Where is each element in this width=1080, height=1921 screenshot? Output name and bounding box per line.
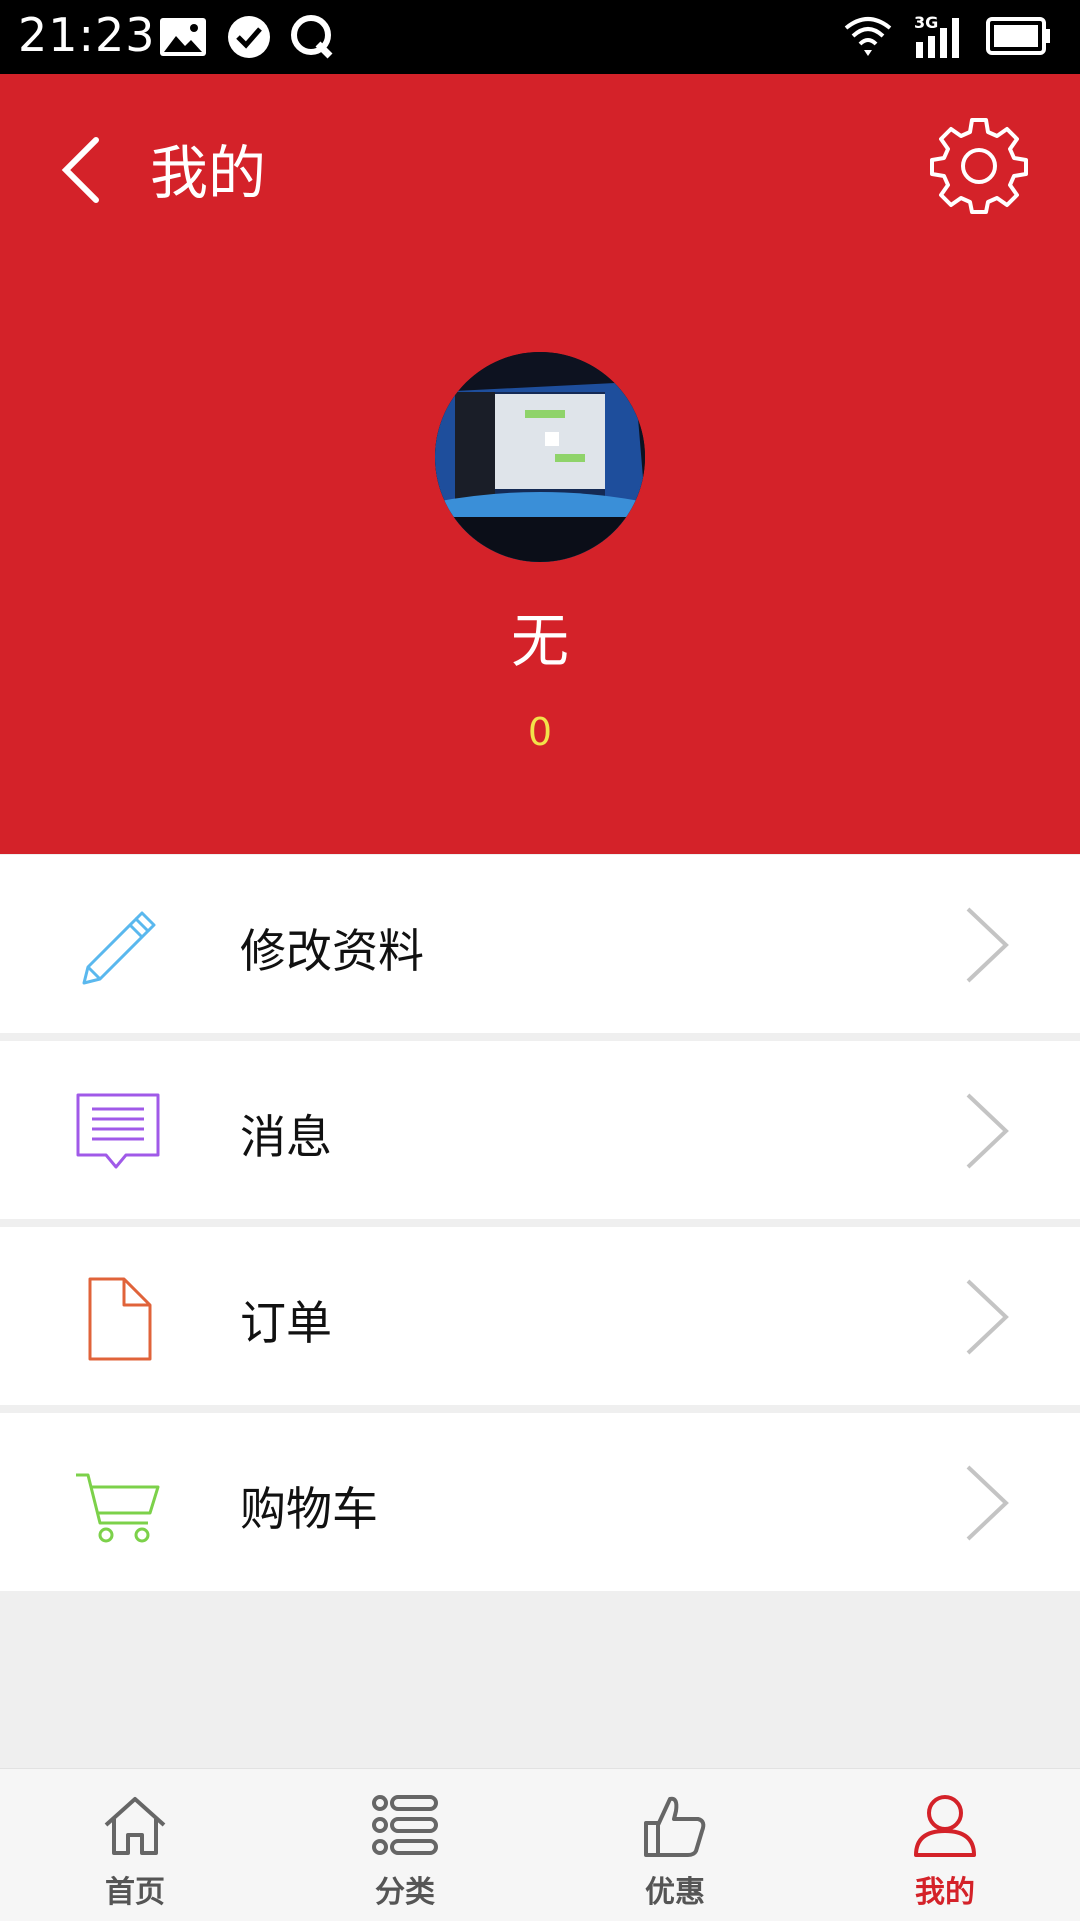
chevron-right-icon xyxy=(966,1465,1009,1541)
menu-item-label: 修改资料 xyxy=(240,924,424,978)
page-title: 我的 xyxy=(150,139,267,207)
q-icon xyxy=(291,15,333,59)
avatar[interactable] xyxy=(435,352,645,562)
menu-item-label: 购物车 xyxy=(240,1482,378,1536)
bottom-nav: 首页 分类 优惠 我的 xyxy=(0,1768,1080,1921)
tab-home[interactable]: 首页 xyxy=(0,1769,270,1921)
3g-signal-icon: 3G xyxy=(914,13,959,58)
menu-item-orders[interactable]: 订单 xyxy=(0,1227,1080,1405)
menu-item-label: 订单 xyxy=(240,1296,332,1350)
gear-icon[interactable] xyxy=(926,112,1032,218)
tab-mine[interactable]: 我的 xyxy=(810,1769,1080,1921)
menu-item-cart[interactable]: 购物车 xyxy=(0,1413,1080,1591)
message-icon xyxy=(76,1093,160,1169)
menu-item-label: 消息 xyxy=(240,1110,332,1164)
status-time: 21:23 xyxy=(18,8,156,62)
svg-text:3G: 3G xyxy=(914,13,938,32)
points-value: 0 xyxy=(527,710,553,754)
battery-icon xyxy=(986,17,1050,55)
tab-label: 我的 xyxy=(915,1875,975,1910)
cart-icon xyxy=(76,1473,160,1543)
thumbs-up-icon xyxy=(644,1796,706,1857)
profile-header: 我的 无 0 xyxy=(0,74,1080,854)
chevron-right-icon xyxy=(966,1279,1009,1355)
chevron-right-icon xyxy=(966,1093,1009,1169)
avatar-image xyxy=(435,352,645,562)
status-bar: 21:23 3G xyxy=(0,0,1080,74)
back-button[interactable] xyxy=(48,124,118,214)
tab-category[interactable]: 分类 xyxy=(270,1769,540,1921)
pencil-icon xyxy=(82,911,156,985)
check-circle-icon xyxy=(228,16,270,58)
image-icon xyxy=(160,18,206,56)
username: 无 xyxy=(510,607,569,675)
tab-deals[interactable]: 优惠 xyxy=(540,1769,810,1921)
wifi-icon xyxy=(844,17,892,56)
chevron-right-icon xyxy=(966,907,1009,983)
tab-label: 优惠 xyxy=(645,1875,705,1910)
user-icon xyxy=(914,1795,976,1857)
document-icon xyxy=(88,1277,152,1361)
tab-label: 分类 xyxy=(375,1875,435,1910)
list-icon xyxy=(372,1795,438,1855)
menu-item-edit-profile[interactable]: 修改资料 xyxy=(0,855,1080,1033)
home-icon xyxy=(104,1797,166,1855)
tab-label: 首页 xyxy=(105,1875,165,1910)
menu-item-messages[interactable]: 消息 xyxy=(0,1041,1080,1219)
